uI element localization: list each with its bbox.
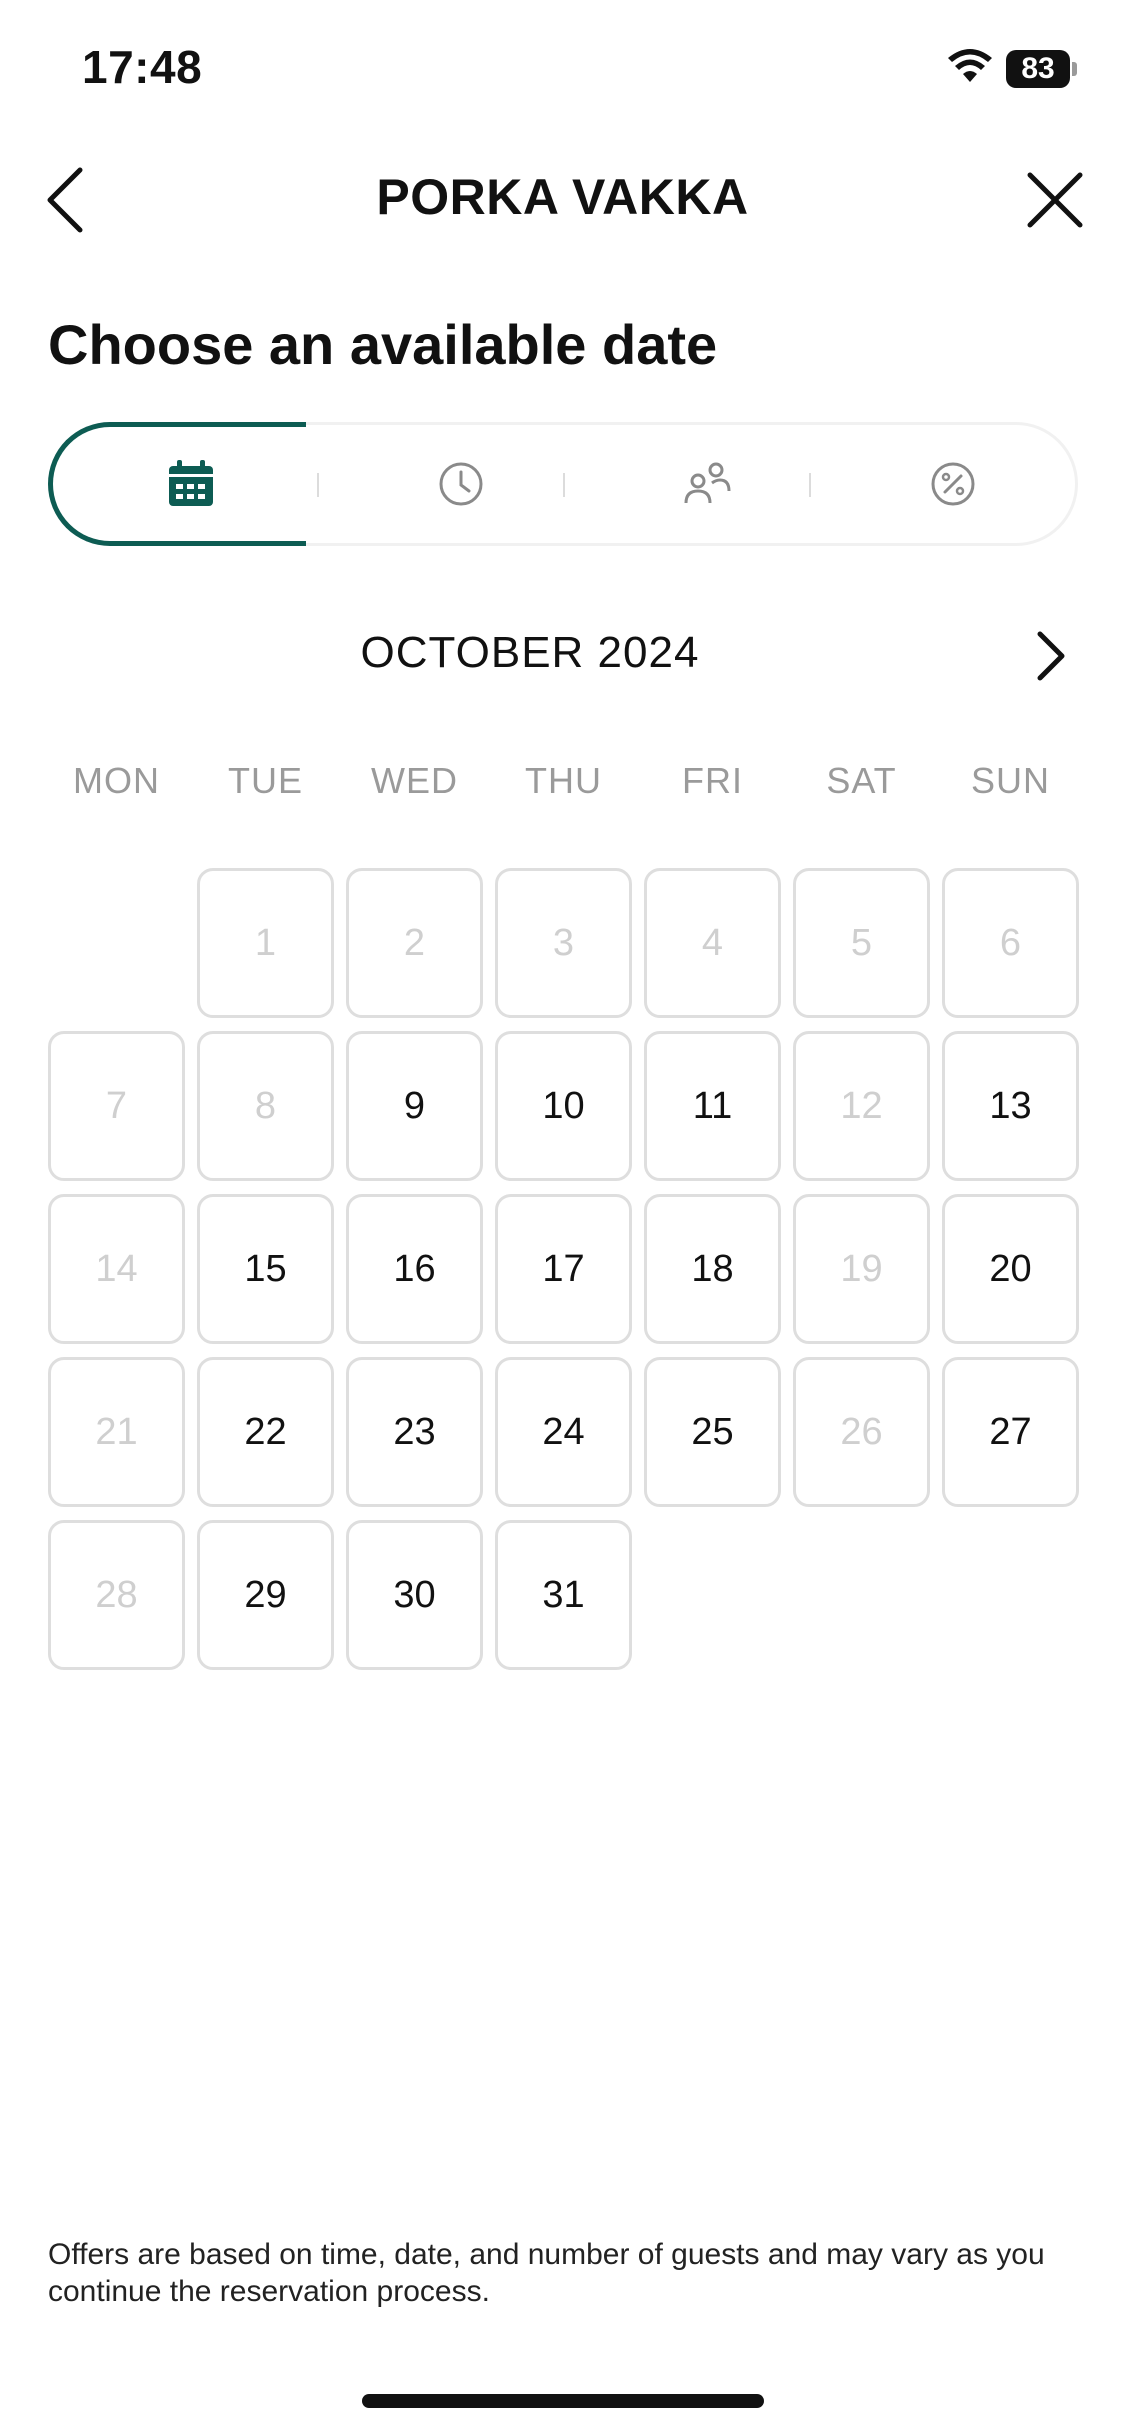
weekday-label: SUN	[970, 760, 1050, 801]
calendar-day[interactable]: 13	[942, 1031, 1079, 1181]
calendar-icon	[169, 460, 213, 506]
calendar-day: 4	[644, 868, 781, 1018]
weekday-label: MON	[73, 760, 160, 801]
restaurant-title: PORKA VAKKA	[376, 169, 749, 225]
calendar-day: 7	[48, 1031, 185, 1181]
calendar-day: 3	[495, 868, 632, 1018]
guests-icon	[684, 462, 731, 504]
calendar-day[interactable]: 11	[644, 1031, 781, 1181]
battery-icon: 83	[1006, 50, 1077, 88]
calendar-day: 26	[793, 1357, 930, 1507]
calendar-day[interactable]: 10	[495, 1031, 632, 1181]
close-button[interactable]	[1020, 165, 1090, 235]
calendar-day[interactable]: 27	[942, 1357, 1079, 1507]
calendar-day[interactable]: 18	[644, 1194, 781, 1344]
offers-disclaimer: Offers are based on time, date, and numb…	[48, 2238, 1045, 2308]
step-time-tab[interactable]	[401, 425, 521, 543]
weekday-label: FRI	[682, 760, 743, 801]
calendar-day[interactable]: 29	[197, 1520, 334, 1670]
step-date-tab[interactable]	[131, 425, 251, 543]
weekday-label: SAT	[826, 760, 897, 801]
discount-icon	[931, 462, 975, 506]
calendar-day[interactable]: 17	[495, 1194, 632, 1344]
calendar-day[interactable]: 16	[346, 1194, 483, 1344]
calendar-day: 14	[48, 1194, 185, 1344]
battery-level: 83	[1006, 50, 1070, 88]
calendar-day: 19	[793, 1194, 930, 1344]
home-indicator	[362, 2394, 764, 2408]
calendar-day[interactable]: 20	[942, 1194, 1079, 1344]
status-time: 17:48	[82, 41, 203, 93]
calendar-day[interactable]: 30	[346, 1520, 483, 1670]
weekday-header: MON TUE WED THU FRI SAT SUN	[48, 760, 1078, 810]
calendar-day[interactable]: 24	[495, 1357, 632, 1507]
calendar-day: 8	[197, 1031, 334, 1181]
next-month-button[interactable]	[1030, 626, 1070, 686]
month-label: OCTOBER 2024	[360, 628, 700, 677]
calendar-day[interactable]: 23	[346, 1357, 483, 1507]
calendar-day[interactable]: 31	[495, 1520, 632, 1670]
wifi-icon	[948, 49, 992, 82]
weekday-label: THU	[525, 760, 602, 801]
calendar-day: 12	[793, 1031, 930, 1181]
calendar-day[interactable]: 22	[197, 1357, 334, 1507]
step-guests-tab[interactable]	[647, 425, 767, 543]
calendar-day: 1	[197, 868, 334, 1018]
reservation-steps	[48, 422, 1078, 546]
weekday-label: WED	[371, 760, 458, 801]
clock-icon	[439, 462, 483, 506]
calendar-day[interactable]: 9	[346, 1031, 483, 1181]
weekday-label: TUE	[228, 760, 303, 801]
page-heading: Choose an available date	[48, 313, 718, 376]
calendar-day: 21	[48, 1357, 185, 1507]
calendar-day[interactable]: 15	[197, 1194, 334, 1344]
calendar-day: 2	[346, 868, 483, 1018]
calendar-day: 28	[48, 1520, 185, 1670]
calendar-day: 5	[793, 868, 930, 1018]
calendar-day[interactable]: 25	[644, 1357, 781, 1507]
calendar-day: 6	[942, 868, 1079, 1018]
step-offers-tab[interactable]	[893, 425, 1013, 543]
